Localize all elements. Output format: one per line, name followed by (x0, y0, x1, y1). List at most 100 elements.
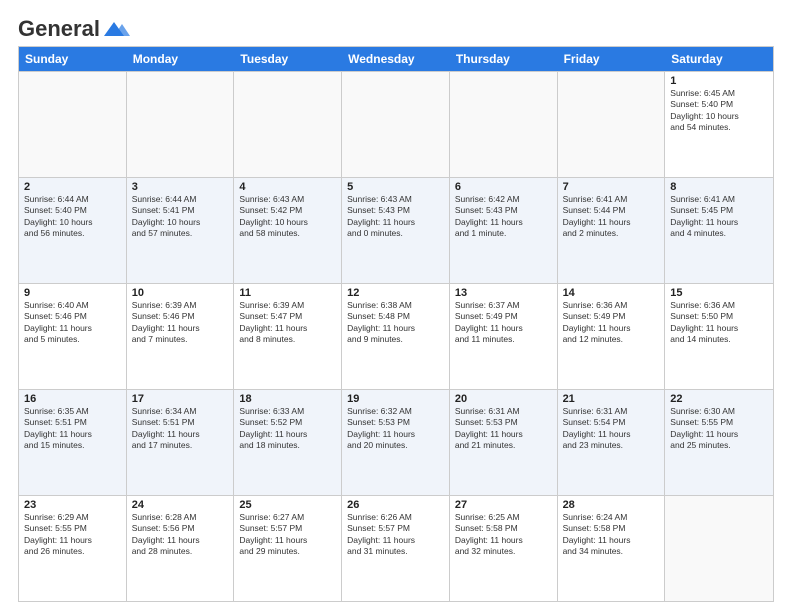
day-info: Sunrise: 6:26 AM Sunset: 5:57 PM Dayligh… (347, 512, 444, 558)
day-number: 1 (670, 75, 768, 87)
day-info: Sunrise: 6:39 AM Sunset: 5:46 PM Dayligh… (132, 300, 229, 346)
day-number: 19 (347, 393, 444, 405)
calendar-cell: 18Sunrise: 6:33 AM Sunset: 5:52 PM Dayli… (234, 390, 342, 495)
day-info: Sunrise: 6:25 AM Sunset: 5:58 PM Dayligh… (455, 512, 552, 558)
logo-icon (100, 18, 130, 40)
day-info: Sunrise: 6:44 AM Sunset: 5:40 PM Dayligh… (24, 194, 121, 240)
day-number: 6 (455, 181, 552, 193)
day-number: 4 (239, 181, 336, 193)
day-info: Sunrise: 6:30 AM Sunset: 5:55 PM Dayligh… (670, 406, 768, 452)
day-info: Sunrise: 6:41 AM Sunset: 5:45 PM Dayligh… (670, 194, 768, 240)
day-number: 18 (239, 393, 336, 405)
calendar-cell: 22Sunrise: 6:30 AM Sunset: 5:55 PM Dayli… (665, 390, 773, 495)
calendar-cell (665, 496, 773, 601)
calendar-cell (234, 72, 342, 177)
day-number: 13 (455, 287, 552, 299)
day-number: 15 (670, 287, 768, 299)
calendar-cell: 26Sunrise: 6:26 AM Sunset: 5:57 PM Dayli… (342, 496, 450, 601)
day-number: 7 (563, 181, 660, 193)
day-info: Sunrise: 6:43 AM Sunset: 5:43 PM Dayligh… (347, 194, 444, 240)
calendar-cell: 21Sunrise: 6:31 AM Sunset: 5:54 PM Dayli… (558, 390, 666, 495)
calendar-cell (342, 72, 450, 177)
day-info: Sunrise: 6:40 AM Sunset: 5:46 PM Dayligh… (24, 300, 121, 346)
header-day-tuesday: Tuesday (234, 47, 342, 71)
calendar-cell: 8Sunrise: 6:41 AM Sunset: 5:45 PM Daylig… (665, 178, 773, 283)
calendar-cell: 20Sunrise: 6:31 AM Sunset: 5:53 PM Dayli… (450, 390, 558, 495)
day-info: Sunrise: 6:42 AM Sunset: 5:43 PM Dayligh… (455, 194, 552, 240)
header-day-saturday: Saturday (665, 47, 773, 71)
day-number: 10 (132, 287, 229, 299)
calendar-row: 16Sunrise: 6:35 AM Sunset: 5:51 PM Dayli… (19, 389, 773, 495)
calendar-cell: 15Sunrise: 6:36 AM Sunset: 5:50 PM Dayli… (665, 284, 773, 389)
calendar-row: 23Sunrise: 6:29 AM Sunset: 5:55 PM Dayli… (19, 495, 773, 601)
day-number: 24 (132, 499, 229, 511)
day-info: Sunrise: 6:27 AM Sunset: 5:57 PM Dayligh… (239, 512, 336, 558)
day-info: Sunrise: 6:41 AM Sunset: 5:44 PM Dayligh… (563, 194, 660, 240)
day-info: Sunrise: 6:34 AM Sunset: 5:51 PM Dayligh… (132, 406, 229, 452)
day-info: Sunrise: 6:28 AM Sunset: 5:56 PM Dayligh… (132, 512, 229, 558)
calendar-cell: 3Sunrise: 6:44 AM Sunset: 5:41 PM Daylig… (127, 178, 235, 283)
day-info: Sunrise: 6:24 AM Sunset: 5:58 PM Dayligh… (563, 512, 660, 558)
day-number: 16 (24, 393, 121, 405)
calendar-cell: 2Sunrise: 6:44 AM Sunset: 5:40 PM Daylig… (19, 178, 127, 283)
header-day-thursday: Thursday (450, 47, 558, 71)
calendar-cell: 23Sunrise: 6:29 AM Sunset: 5:55 PM Dayli… (19, 496, 127, 601)
day-info: Sunrise: 6:45 AM Sunset: 5:40 PM Dayligh… (670, 88, 768, 134)
day-number: 8 (670, 181, 768, 193)
day-number: 14 (563, 287, 660, 299)
day-info: Sunrise: 6:33 AM Sunset: 5:52 PM Dayligh… (239, 406, 336, 452)
calendar-cell: 13Sunrise: 6:37 AM Sunset: 5:49 PM Dayli… (450, 284, 558, 389)
calendar-cell: 6Sunrise: 6:42 AM Sunset: 5:43 PM Daylig… (450, 178, 558, 283)
calendar-cell: 11Sunrise: 6:39 AM Sunset: 5:47 PM Dayli… (234, 284, 342, 389)
calendar-cell: 12Sunrise: 6:38 AM Sunset: 5:48 PM Dayli… (342, 284, 450, 389)
day-number: 2 (24, 181, 121, 193)
day-number: 23 (24, 499, 121, 511)
calendar-cell: 1Sunrise: 6:45 AM Sunset: 5:40 PM Daylig… (665, 72, 773, 177)
day-number: 17 (132, 393, 229, 405)
header-day-monday: Monday (127, 47, 235, 71)
calendar-cell (450, 72, 558, 177)
calendar-cell (19, 72, 127, 177)
logo-general: General (18, 16, 100, 42)
header-day-wednesday: Wednesday (342, 47, 450, 71)
day-info: Sunrise: 6:38 AM Sunset: 5:48 PM Dayligh… (347, 300, 444, 346)
calendar-row: 1Sunrise: 6:45 AM Sunset: 5:40 PM Daylig… (19, 71, 773, 177)
calendar-cell: 27Sunrise: 6:25 AM Sunset: 5:58 PM Dayli… (450, 496, 558, 601)
day-info: Sunrise: 6:31 AM Sunset: 5:54 PM Dayligh… (563, 406, 660, 452)
calendar-header: SundayMondayTuesdayWednesdayThursdayFrid… (19, 47, 773, 71)
day-number: 9 (24, 287, 121, 299)
calendar-cell (127, 72, 235, 177)
day-number: 11 (239, 287, 336, 299)
day-number: 22 (670, 393, 768, 405)
day-info: Sunrise: 6:44 AM Sunset: 5:41 PM Dayligh… (132, 194, 229, 240)
calendar: SundayMondayTuesdayWednesdayThursdayFrid… (18, 46, 774, 602)
calendar-row: 2Sunrise: 6:44 AM Sunset: 5:40 PM Daylig… (19, 177, 773, 283)
day-info: Sunrise: 6:36 AM Sunset: 5:50 PM Dayligh… (670, 300, 768, 346)
day-number: 26 (347, 499, 444, 511)
day-info: Sunrise: 6:39 AM Sunset: 5:47 PM Dayligh… (239, 300, 336, 346)
calendar-cell: 14Sunrise: 6:36 AM Sunset: 5:49 PM Dayli… (558, 284, 666, 389)
header-day-friday: Friday (558, 47, 666, 71)
calendar-row: 9Sunrise: 6:40 AM Sunset: 5:46 PM Daylig… (19, 283, 773, 389)
calendar-cell: 4Sunrise: 6:43 AM Sunset: 5:42 PM Daylig… (234, 178, 342, 283)
day-info: Sunrise: 6:31 AM Sunset: 5:53 PM Dayligh… (455, 406, 552, 452)
day-info: Sunrise: 6:29 AM Sunset: 5:55 PM Dayligh… (24, 512, 121, 558)
day-number: 21 (563, 393, 660, 405)
calendar-cell: 5Sunrise: 6:43 AM Sunset: 5:43 PM Daylig… (342, 178, 450, 283)
logo: General (18, 16, 130, 38)
header: General (18, 16, 774, 38)
calendar-cell: 16Sunrise: 6:35 AM Sunset: 5:51 PM Dayli… (19, 390, 127, 495)
calendar-cell: 7Sunrise: 6:41 AM Sunset: 5:44 PM Daylig… (558, 178, 666, 283)
day-info: Sunrise: 6:37 AM Sunset: 5:49 PM Dayligh… (455, 300, 552, 346)
calendar-cell: 24Sunrise: 6:28 AM Sunset: 5:56 PM Dayli… (127, 496, 235, 601)
calendar-cell: 19Sunrise: 6:32 AM Sunset: 5:53 PM Dayli… (342, 390, 450, 495)
calendar-cell: 10Sunrise: 6:39 AM Sunset: 5:46 PM Dayli… (127, 284, 235, 389)
day-info: Sunrise: 6:36 AM Sunset: 5:49 PM Dayligh… (563, 300, 660, 346)
calendar-cell: 17Sunrise: 6:34 AM Sunset: 5:51 PM Dayli… (127, 390, 235, 495)
day-number: 25 (239, 499, 336, 511)
calendar-body: 1Sunrise: 6:45 AM Sunset: 5:40 PM Daylig… (19, 71, 773, 601)
day-info: Sunrise: 6:35 AM Sunset: 5:51 PM Dayligh… (24, 406, 121, 452)
day-number: 5 (347, 181, 444, 193)
calendar-cell (558, 72, 666, 177)
day-info: Sunrise: 6:43 AM Sunset: 5:42 PM Dayligh… (239, 194, 336, 240)
